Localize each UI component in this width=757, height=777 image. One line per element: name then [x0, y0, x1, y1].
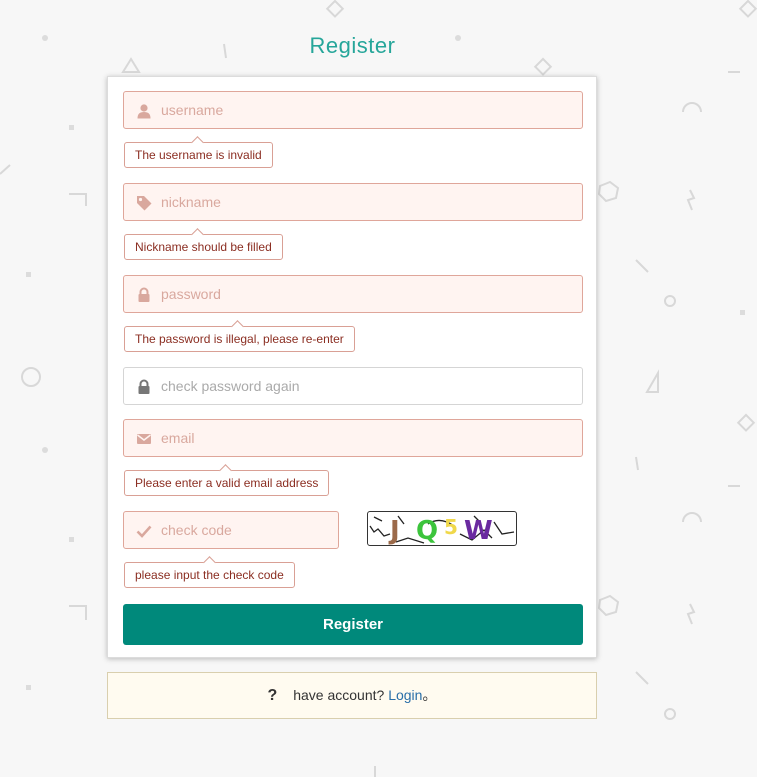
check-code-field[interactable] — [123, 511, 339, 549]
tag-icon — [137, 196, 152, 211]
username-error-text: The username is invalid — [135, 148, 262, 162]
username-error-tip: The username is invalid — [124, 136, 273, 168]
email-input[interactable] — [161, 420, 561, 456]
captcha-image[interactable]: J Q 5 W — [367, 511, 517, 546]
tip-arrow — [219, 464, 232, 477]
footer-punctuation: 。 — [422, 687, 437, 703]
username-field[interactable] — [123, 91, 583, 129]
nickname-field[interactable] — [123, 183, 583, 221]
tip-arrow — [231, 320, 244, 333]
check-code-error-tip: please input the check code — [124, 556, 295, 588]
email-error-text: Please enter a valid email address — [135, 476, 319, 490]
captcha-char: 5 — [444, 515, 458, 539]
email-error-tip: Please enter a valid email address — [124, 464, 330, 496]
captcha-char: Q — [416, 516, 438, 545]
captcha-char: W — [464, 516, 493, 545]
check-code-input[interactable] — [161, 512, 331, 548]
password-field[interactable] — [123, 275, 583, 313]
email-field[interactable] — [123, 419, 583, 457]
lock-icon — [138, 379, 150, 394]
password-error-tip: The password is illegal, please re-enter — [124, 320, 355, 352]
confirm-password-field[interactable] — [123, 367, 583, 405]
password-input[interactable] — [161, 276, 561, 312]
captcha-graphic: J Q 5 W — [369, 515, 515, 545]
check-icon — [136, 525, 152, 538]
question-icon: ? — [267, 687, 278, 704]
lock-icon — [138, 287, 150, 302]
password-error-text: The password is illegal, please re-enter — [135, 332, 344, 346]
register-form: The username is invalid Nickname should … — [107, 76, 597, 658]
nickname-input[interactable] — [161, 184, 561, 220]
register-button[interactable]: Register — [123, 604, 583, 645]
page-title: Register — [309, 33, 396, 58]
nickname-error-tip: Nickname should be filled — [124, 228, 283, 260]
user-icon — [137, 104, 151, 119]
captcha-char: J — [388, 516, 400, 545]
tip-arrow — [191, 228, 204, 241]
login-prompt: ? have account? Login。 — [107, 672, 597, 719]
login-link[interactable]: Login — [388, 687, 422, 703]
envelope-icon — [137, 434, 151, 444]
check-code-error-text: please input the check code — [135, 568, 284, 582]
have-account-text: have account? — [293, 687, 385, 703]
username-input[interactable] — [161, 92, 561, 128]
tip-arrow — [203, 556, 216, 569]
confirm-password-input[interactable] — [161, 368, 561, 404]
nickname-error-text: Nickname should be filled — [135, 240, 272, 254]
tip-arrow — [191, 136, 204, 149]
